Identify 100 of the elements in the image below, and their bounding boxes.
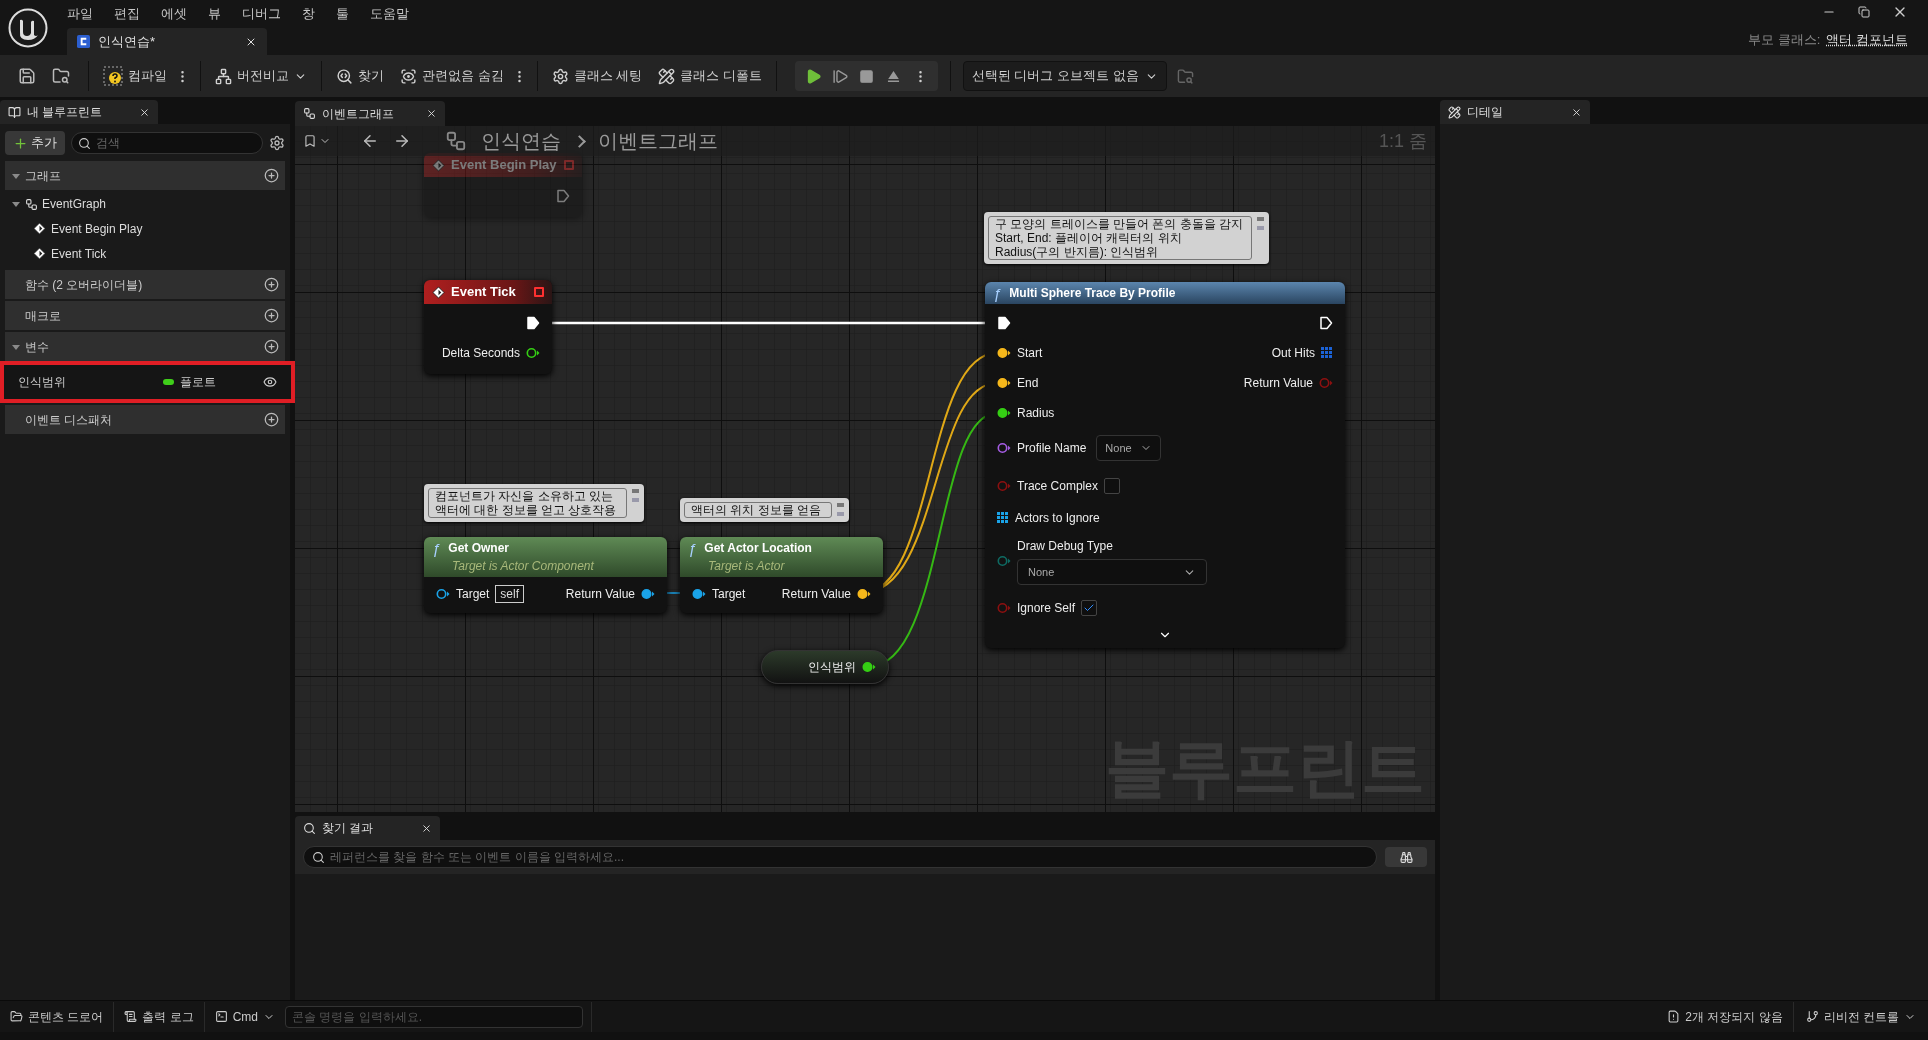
section-header[interactable]: 이벤트 디스패처 [5,405,285,434]
unsaved-button[interactable]: 2개 저장되지 않음 [1657,1001,1793,1032]
menu-item[interactable]: 파일 [67,3,93,24]
exec-pin-icon[interactable] [1319,316,1333,330]
pin-icon[interactable] [997,377,1011,389]
folder-search-icon[interactable] [1176,67,1194,85]
forward-icon[interactable] [393,132,411,150]
checkbox[interactable] [1103,478,1120,494]
close-icon[interactable] [1571,106,1582,118]
settings-icon[interactable] [269,135,285,151]
array-pin-icon[interactable] [1321,347,1333,359]
cmd-dropdown[interactable]: Cmd [204,1001,286,1032]
back-icon[interactable] [361,132,379,150]
add-button[interactable]: 추가 [5,131,65,155]
find-button[interactable] [1385,847,1427,867]
add-icon[interactable] [264,339,279,354]
status-button[interactable]: 콘텐츠 드로어 [0,1001,114,1032]
logo-icon[interactable] [7,7,48,48]
exec-pin-icon[interactable] [997,316,1011,330]
pin-icon[interactable] [997,407,1011,419]
revision-control-button[interactable]: 리비전 컨트롤 [1793,1001,1928,1032]
close-icon[interactable] [426,108,437,119]
node-title: Multi Sphere Trace By Profile [1009,285,1176,302]
breadcrumb-item[interactable]: 이벤트그래프 [598,126,718,156]
array-pin-icon[interactable] [997,512,1009,524]
settings-icon [551,67,569,85]
section-header[interactable]: 함수 (2 오버라이더블) [5,270,285,299]
panel-tab[interactable]: 내 블루프린트 [0,100,158,124]
toolbar-button[interactable]: 찾기 [328,61,392,91]
pin-label: Profile Name [1017,440,1087,457]
expand-arrow-icon[interactable] [11,199,21,209]
comment-bubble[interactable]: 액터의 위치 정보를 얻음 [680,498,849,522]
function-node[interactable]: ƒ Multi Sphere Trace By Profile Start Out Hits End Return Value Radius Profile Name None Trace Complex Actors to Ignore Draw Debug Type None Ignore Self [985,282,1345,648]
close-icon[interactable] [421,822,432,834]
breadcrumb-item[interactable]: 인식연습 [481,126,561,156]
check-icon [1083,602,1096,614]
add-icon[interactable] [264,308,279,323]
exec-pin-icon[interactable] [526,316,540,330]
menu-item[interactable]: 툴 [336,3,349,24]
bookmark-icon[interactable] [303,134,317,148]
function-node[interactable]: ƒ Get Actor Location Target is Actor Target Return Value [680,537,883,613]
restore-icon[interactable] [1858,6,1870,18]
step-icon[interactable] [831,67,849,85]
toolbar-button[interactable]: 컴파일 [95,61,175,91]
save-icon[interactable] [18,67,36,85]
function-node[interactable]: ƒ Get Owner Target is Actor Component Target self Return Value [424,537,667,613]
menu-item[interactable]: 창 [302,3,315,24]
checkbox[interactable] [1081,600,1098,616]
tree-item[interactable]: Event Begin Play [51,219,143,238]
toolbar-button[interactable]: 클래스 세팅 [543,61,651,91]
debug-object-dropdown[interactable]: 선택된 디버그 오브젝트 없음 [962,61,1167,91]
section-header[interactable]: 변수 [5,332,285,361]
add-icon[interactable] [264,277,279,292]
toolbar-button[interactable]: 버전비교 [207,61,315,91]
section-header[interactable]: 매크로 [5,301,285,330]
stop-icon[interactable] [858,68,874,84]
section-header[interactable]: 그래프 [5,161,285,190]
event-node[interactable]: Event Tick Delta Seconds [424,280,552,374]
dropdown[interactable]: None [1017,559,1207,585]
visibility-icon[interactable] [263,375,277,389]
breakpoint-icon [534,287,544,297]
panel-tab[interactable]: 디테일 [1440,100,1590,124]
menu-item[interactable]: 에셋 [161,3,187,24]
pin-icon[interactable] [692,588,706,600]
function-glyph: ƒ [993,285,1002,301]
graph-tab[interactable]: 이벤트그래프 [295,101,445,126]
pin-icon[interactable] [526,347,540,359]
panel-tab[interactable]: 찾기 결과 [295,816,440,840]
close-icon[interactable] [139,106,150,118]
pin-icon[interactable] [641,588,655,600]
variable-node[interactable]: 인식범위 [761,650,889,684]
document-tab[interactable]: 인식연습* [67,28,267,55]
toolbar-button[interactable]: 관련없음 숨김 [392,61,512,91]
search-field[interactable]: 레퍼런스를 찾을 함수 또는 이벤트 이름을 입력하세요... [303,846,1377,868]
search-field[interactable]: 검색 [71,132,263,154]
tree-item[interactable]: Event Tick [51,244,107,263]
toolbar-button[interactable]: 클래스 디폴트 [650,61,770,91]
add-icon[interactable] [264,168,279,183]
pin-icon[interactable] [997,442,1011,454]
pin-icon[interactable] [997,347,1011,359]
tree-item[interactable]: EventGraph [42,195,107,213]
browse-icon[interactable] [52,67,70,85]
menu-item[interactable]: 도움말 [370,3,409,24]
pin-icon[interactable] [857,588,871,600]
default-value-field[interactable]: self [495,585,525,603]
menu-item[interactable]: 편집 [114,3,140,24]
dropdown[interactable]: None [1096,435,1161,461]
parent-class-link[interactable]: 액터 컴포넌트 [1826,29,1908,50]
status-button[interactable]: 출력 로그 [114,1001,204,1032]
variable-row[interactable]: 인식범위 플로트 [0,361,295,403]
graph-canvas[interactable] [295,126,1435,812]
comment-bubble[interactable]: 컴포넌트가 자신을 소유하고 있는 액터에 대한 정보를 얻고 상호작용 [424,484,644,522]
pin-icon[interactable] [862,661,876,673]
variable-label: 인식범위 [808,659,856,676]
add-icon[interactable] [264,412,279,427]
console-field[interactable]: 콘솔 명령을 입력하세요. [285,1005,584,1028]
pin-icon[interactable] [436,588,450,600]
menu-item[interactable]: 디버그 [242,3,281,24]
comment-bubble[interactable]: 구 모양의 트레이스를 만들어 폰의 충돌을 감지 Start, End: 플레이어 캐릭터의 위치 Radius(구의 반지름): 인식범위 [984,212,1269,264]
menu-item[interactable]: 뷰 [208,3,221,24]
